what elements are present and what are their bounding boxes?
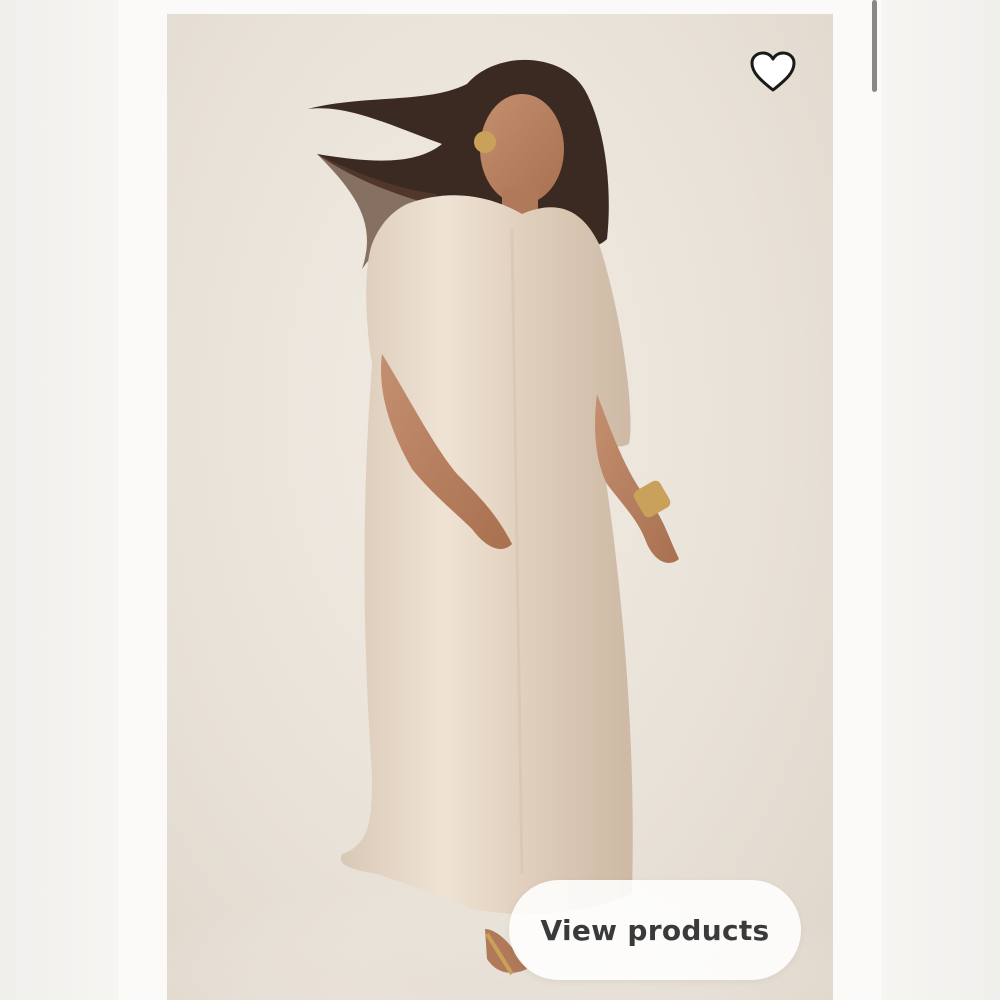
view-products-label: View products [540, 913, 770, 947]
app-screen: View products [0, 0, 1000, 1000]
view-products-button[interactable]: View products [509, 880, 801, 980]
favorite-button[interactable] [747, 48, 799, 96]
scrollbar[interactable] [872, 0, 877, 92]
left-blurred-background [0, 0, 120, 1000]
product-look-card[interactable]: View products [167, 14, 833, 1000]
right-blurred-background [880, 0, 1000, 1000]
heart-outline-icon [750, 51, 796, 92]
model-photo [167, 59, 833, 1000]
